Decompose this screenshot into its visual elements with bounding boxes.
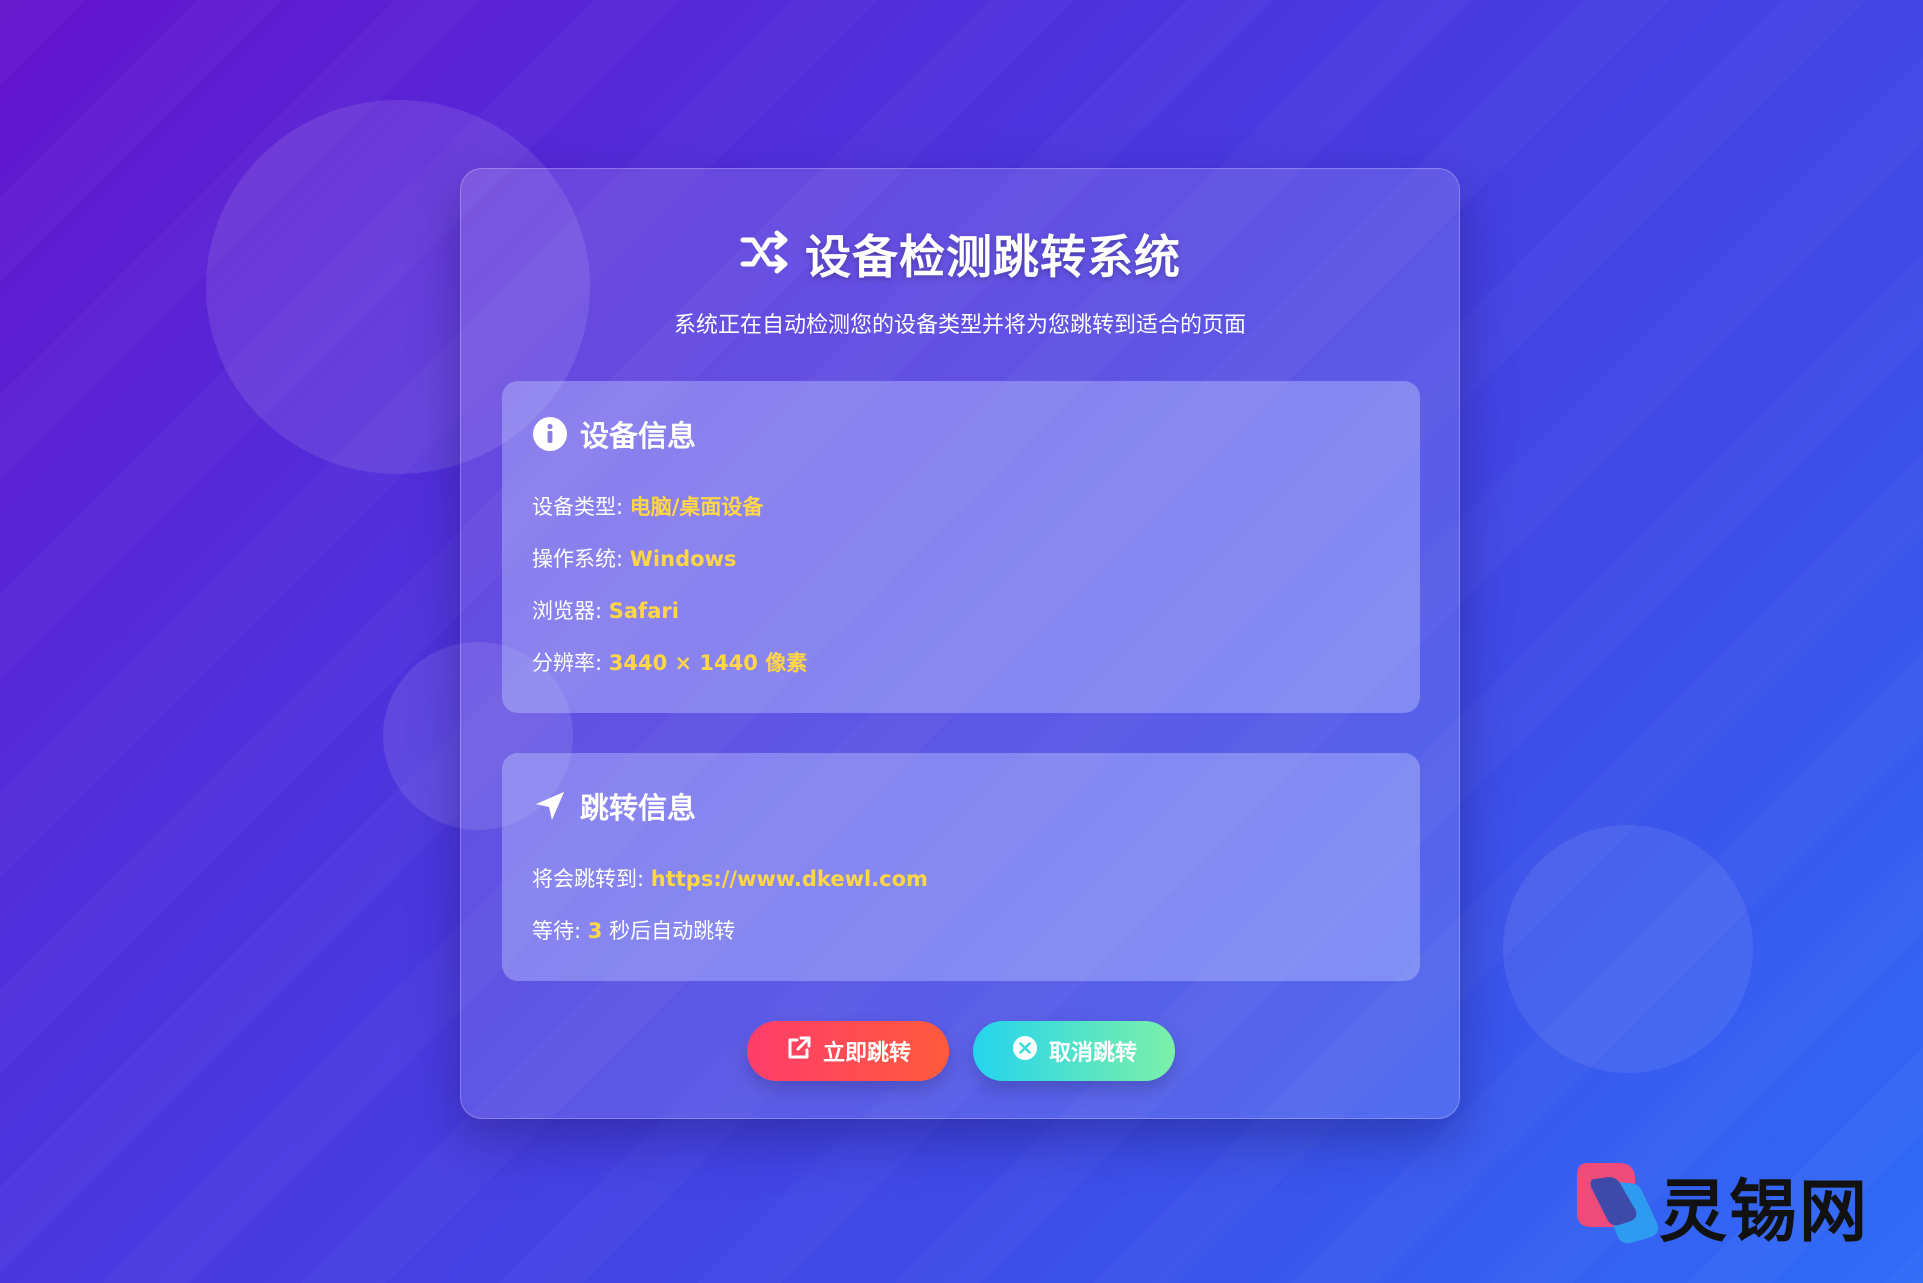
times-circle-icon [1011,1034,1039,1068]
redirect-info-heading-row: 跳转信息 [532,785,696,827]
redirect-now-button[interactable]: 立即跳转 [747,1021,949,1081]
device-info-panel: 设备信息 设备类型: 电脑/桌面设备 操作系统: Windows 浏览器: Sa… [502,381,1420,713]
title-row: 设备检测跳转系统 [461,221,1459,287]
cancel-redirect-button[interactable]: 取消跳转 [973,1021,1175,1081]
site-logo-mark-icon [1573,1157,1665,1253]
redirect-card: 设备检测跳转系统 系统正在自动检测您的设备类型并将为您跳转到适合的页面 设备信息… [460,168,1460,1119]
countdown-row: 等待: 3 秒后自动跳转 [532,915,735,945]
countdown-label: 等待: [532,919,588,943]
target-url-label: 将会跳转到: [532,867,651,891]
target-url-row: 将会跳转到: https://www.dkewl.com [532,863,928,893]
page-subtitle: 系统正在自动检测您的设备类型并将为您跳转到适合的页面 [673,313,1246,338]
browser-row: 浏览器: Safari [532,595,679,625]
redirect-now-label: 立即跳转 [822,1041,911,1066]
site-logo-text: 灵锡网 [1659,1172,1870,1252]
target-url-link[interactable]: https://www.dkewl.com [651,867,928,891]
resolution-label: 分辨率: [532,651,609,675]
cancel-redirect-label: 取消跳转 [1048,1041,1137,1066]
os-value: Windows [629,547,737,571]
device-type-value: 电脑/桌面设备 [629,495,764,519]
decorative-bubble [1503,825,1753,1073]
os-row: 操作系统: Windows [532,543,736,573]
external-link-icon [785,1034,813,1068]
redirect-info-heading: 跳转信息 [580,791,697,825]
device-info-heading: 设备信息 [580,419,697,453]
paper-plane-icon [532,788,568,824]
device-type-label: 设备类型: [532,495,630,519]
browser-value: Safari [608,599,679,623]
browser-label: 浏览器: [532,599,609,623]
device-info-heading-row: 设备信息 [532,413,696,455]
device-type-row: 设备类型: 电脑/桌面设备 [532,491,763,521]
resolution-value: 3440 × 1440 像素 [608,651,808,675]
page-title: 设备检测跳转系统 [805,230,1181,284]
countdown-seconds: 3 [587,919,603,943]
countdown-suffix: 秒后自动跳转 [602,919,736,943]
site-watermark-logo: 灵锡网 [1573,1155,1893,1255]
shuffle-icon [739,230,791,278]
redirect-info-panel: 跳转信息 将会跳转到: https://www.dkewl.com 等待: 3 … [502,753,1420,981]
os-label: 操作系统: [532,547,630,571]
info-circle-icon [532,416,568,452]
resolution-row: 分辨率: 3440 × 1440 像素 [532,647,807,677]
